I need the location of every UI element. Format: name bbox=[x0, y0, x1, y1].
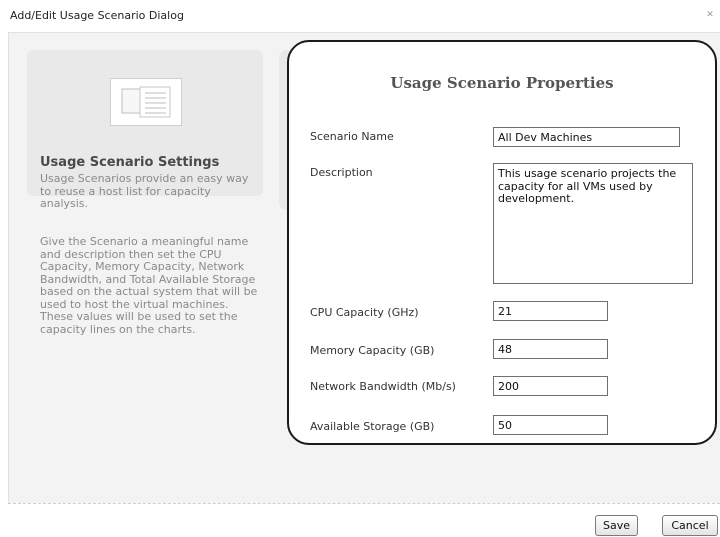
memory-capacity-input[interactable]: 48 bbox=[493, 339, 608, 359]
save-button[interactable]: Save bbox=[595, 515, 638, 536]
description-label: Description bbox=[310, 166, 373, 179]
scenario-name-label: Scenario Name bbox=[310, 130, 394, 143]
cancel-button[interactable]: Cancel bbox=[662, 515, 718, 536]
description-textarea[interactable]: This usage scenario projects the capacit… bbox=[493, 163, 693, 284]
settings-title: Usage Scenario Settings bbox=[40, 155, 220, 170]
close-icon[interactable]: ✕ bbox=[705, 10, 715, 20]
available-storage-input[interactable]: 50 bbox=[493, 415, 608, 435]
cpu-capacity-input[interactable]: 21 bbox=[493, 301, 608, 321]
dialog-title: Add/Edit Usage Scenario Dialog bbox=[10, 9, 184, 22]
settings-help-text: Give the Scenario a meaningful name and … bbox=[40, 235, 258, 336]
settings-intro-text: Usage Scenarios provide an easy way to r… bbox=[40, 172, 249, 210]
footer-divider bbox=[8, 503, 720, 504]
network-bandwidth-label: Network Bandwidth (Mb/s) bbox=[310, 380, 456, 393]
scenario-name-input[interactable]: All Dev Machines bbox=[493, 127, 680, 147]
network-bandwidth-input[interactable]: 200 bbox=[493, 376, 608, 396]
properties-title: Usage Scenario Properties bbox=[390, 74, 614, 92]
cpu-capacity-label: CPU Capacity (GHz) bbox=[310, 306, 419, 319]
available-storage-label: Available Storage (GB) bbox=[310, 420, 435, 433]
settings-window-icon bbox=[110, 78, 182, 126]
memory-capacity-label: Memory Capacity (GB) bbox=[310, 344, 435, 357]
